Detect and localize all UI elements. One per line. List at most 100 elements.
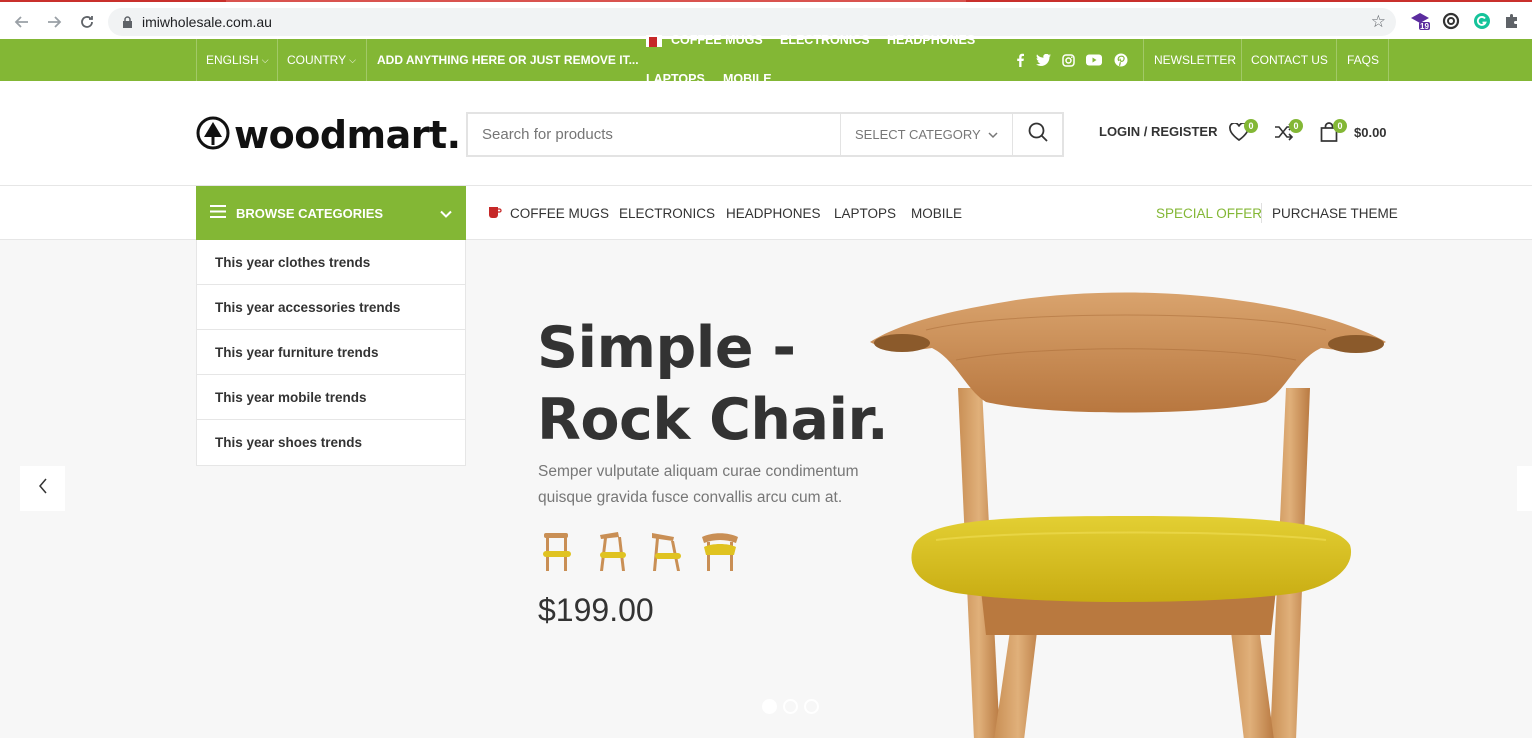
overflow-link-coffee-mugs[interactable]: COFFEE MUGS <box>671 33 763 47</box>
divider <box>196 39 197 81</box>
compare-button[interactable]: 0 <box>1274 119 1303 146</box>
address-bar[interactable]: imiwholesale.com.au ☆ <box>108 8 1396 36</box>
chair-thumbnail[interactable] <box>700 529 740 573</box>
contact-us-link[interactable]: CONTACT US <box>1251 39 1328 81</box>
extension-graduation-icon[interactable]: 19 <box>1410 11 1430 31</box>
slider-next-button[interactable] <box>1517 466 1532 511</box>
facebook-icon[interactable] <box>1011 51 1029 69</box>
overflow-link-electronics[interactable]: ELECTRONICS <box>780 33 870 47</box>
logo-text: woodmart. <box>234 113 461 157</box>
purchase-theme-link[interactable]: PURCHASE THEME <box>1272 186 1398 240</box>
extension-badge: 19 <box>1420 22 1429 31</box>
nav-link-electronics[interactable]: ELECTRONICS <box>619 186 715 240</box>
nav-link-laptops[interactable]: LAPTOPS <box>834 186 896 240</box>
instagram-icon[interactable] <box>1059 51 1077 69</box>
extension-link-icon[interactable] <box>1441 11 1461 31</box>
category-item[interactable]: This year accessories trends <box>197 285 465 330</box>
chevron-down-icon: ⌵ <box>349 54 356 65</box>
slider-dot[interactable] <box>783 699 798 714</box>
divider <box>1336 39 1337 81</box>
url-text: imiwholesale.com.au <box>142 14 272 30</box>
back-icon[interactable] <box>11 11 33 33</box>
chair-thumbnail[interactable] <box>646 529 686 573</box>
forward-icon[interactable] <box>43 11 65 33</box>
chair-image <box>870 292 1386 738</box>
chair-thumbnail[interactable] <box>538 529 578 573</box>
site-header: woodmart. SELECT CATEGORY LOGIN / REGIST… <box>0 81 1532 186</box>
divider <box>1143 39 1144 81</box>
tree-logo-icon <box>196 116 230 155</box>
divider <box>277 39 278 81</box>
faqs-link[interactable]: FAQS <box>1347 39 1379 81</box>
grammarly-icon[interactable] <box>1472 11 1492 31</box>
hero-slider: This year clothes trends This year acces… <box>0 240 1532 738</box>
overflow-link-headphones[interactable]: HEADPHONES <box>887 33 975 47</box>
wishlist-button[interactable]: 0 <box>1229 119 1258 146</box>
top-bar: ENGLISH ⌵ COUNTRY ⌵ ADD ANYTHING HERE OR… <box>0 33 1532 86</box>
slider-dot[interactable] <box>804 699 819 714</box>
hamburger-icon <box>210 205 226 221</box>
category-select-label: SELECT CATEGORY <box>855 127 981 142</box>
mug-icon <box>487 205 502 225</box>
cart-total[interactable]: $0.00 <box>1354 125 1387 140</box>
chevron-down-icon <box>988 128 998 143</box>
mug-icon <box>646 35 662 47</box>
nav-link-mobile[interactable]: MOBILE <box>911 186 962 240</box>
hero-title-line: Simple - <box>537 315 796 381</box>
chevron-down-icon <box>440 207 452 222</box>
cart-count-badge: 0 <box>1333 119 1347 133</box>
chair-thumbnail[interactable] <box>592 529 632 573</box>
promo-text: ADD ANYTHING HERE OR JUST REMOVE IT... <box>377 53 639 67</box>
category-item[interactable]: This year furniture trends <box>197 330 465 375</box>
chevron-left-icon <box>38 478 48 499</box>
search-input[interactable] <box>468 114 840 155</box>
slider-dot[interactable] <box>762 699 777 714</box>
login-register-link[interactable]: LOGIN / REGISTER <box>1099 124 1217 139</box>
chevron-down-icon: ⌵ <box>261 54 269 65</box>
category-select[interactable]: SELECT CATEGORY <box>840 114 1012 155</box>
extensions-puzzle-icon[interactable] <box>1502 11 1522 31</box>
compare-count-badge: 0 <box>1289 119 1303 133</box>
nav-link-headphones[interactable]: HEADPHONES <box>726 186 821 240</box>
lock-icon <box>120 15 134 29</box>
browser-toolbar: imiwholesale.com.au ☆ 19 <box>0 0 1532 39</box>
tab-strip-edge <box>0 0 226 2</box>
pinterest-icon[interactable] <box>1112 51 1130 69</box>
bookmark-star-icon[interactable]: ☆ <box>1371 12 1386 32</box>
category-item[interactable]: This year shoes trends <box>197 420 465 465</box>
divider <box>1241 39 1242 81</box>
overflow-menu: COFFEE MUGS ELECTRONICS HEADPHONES LAPTO… <box>646 33 986 86</box>
nav-link-coffee-mugs[interactable]: COFFEE MUGS <box>510 186 609 240</box>
search-form: SELECT CATEGORY <box>466 112 1064 157</box>
twitter-icon[interactable] <box>1034 51 1052 69</box>
product-variant-thumbnails <box>538 529 740 573</box>
reload-icon[interactable] <box>76 11 98 33</box>
category-item[interactable]: This year mobile trends <box>197 375 465 420</box>
browse-categories-toggle[interactable]: BROWSE CATEGORIES <box>196 186 466 240</box>
cart-button[interactable]: 0 <box>1320 119 1347 147</box>
slider-prev-button[interactable] <box>20 466 65 511</box>
divider <box>1388 39 1389 81</box>
hero-title: Simple - Rock Chair. <box>537 312 897 456</box>
language-switcher[interactable]: ENGLISH ⌵ <box>206 39 269 81</box>
search-icon <box>1028 122 1048 147</box>
category-item[interactable]: This year clothes trends <box>197 240 465 285</box>
divider <box>1261 203 1262 223</box>
main-navigation: BROWSE CATEGORIES COFFEE MUGS ELECTRONIC… <box>0 186 1532 240</box>
country-switcher[interactable]: COUNTRY ⌵ <box>287 39 356 81</box>
hero-price: $199.00 <box>538 592 654 628</box>
tab-strip-edge <box>966 0 1532 2</box>
country-label: COUNTRY <box>287 53 347 67</box>
wishlist-count-badge: 0 <box>1244 119 1258 133</box>
divider <box>366 39 367 81</box>
category-dropdown-list: This year clothes trends This year acces… <box>196 240 466 466</box>
slider-pagination <box>762 699 819 714</box>
language-label: ENGLISH <box>206 53 259 67</box>
hero-title-line: Rock Chair. <box>537 387 889 453</box>
youtube-icon[interactable] <box>1085 51 1103 69</box>
hero-description: Semper vulputate aliquam curae condiment… <box>538 463 859 506</box>
site-logo[interactable]: woodmart. <box>196 113 461 157</box>
search-button[interactable] <box>1012 114 1062 155</box>
newsletter-link[interactable]: NEWSLETTER <box>1154 39 1236 81</box>
special-offer-link[interactable]: SPECIAL OFFER <box>1156 186 1262 240</box>
